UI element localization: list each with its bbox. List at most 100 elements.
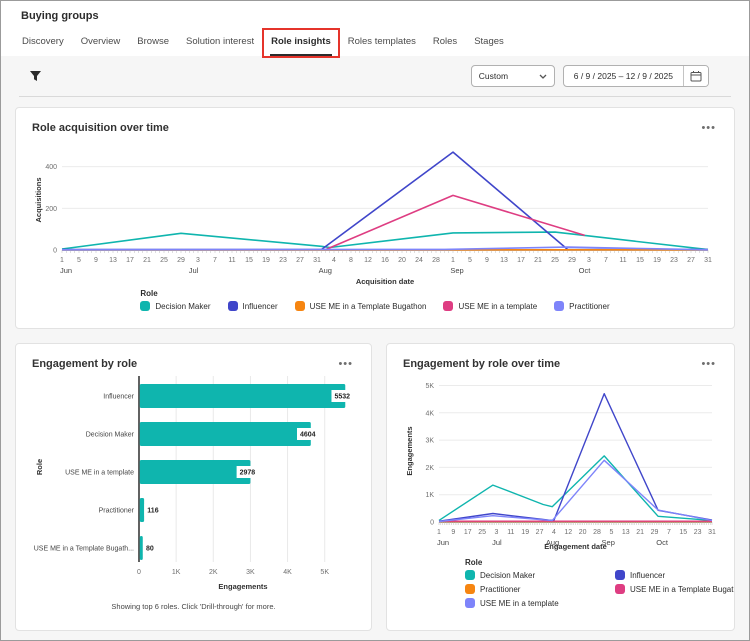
svg-text:19: 19 <box>653 257 661 264</box>
filter-button[interactable] <box>27 68 44 85</box>
svg-text:Influencer: Influencer <box>103 394 134 401</box>
tab-roles[interactable]: Roles <box>432 34 458 56</box>
legend-item: Influencer <box>615 570 734 580</box>
line-chart-svg: 01K2K3K4K5K1 9 17 25 3 11 19 27 4 12 20 28 5 13 21 29 7 1… <box>405 383 716 551</box>
svg-text:116: 116 <box>147 508 158 515</box>
tab-role-insights[interactable]: Role insights <box>262 28 340 58</box>
svg-text:Aug: Aug <box>319 266 332 275</box>
legend-label: Influencer <box>630 570 666 580</box>
svg-text:28: 28 <box>432 257 440 264</box>
svg-text:0: 0 <box>137 569 141 576</box>
tab-bar: Discovery Overview Browse Solution inter… <box>1 22 749 58</box>
svg-text:1: 1 <box>451 257 455 264</box>
svg-text:Engagements: Engagements <box>218 582 267 591</box>
legend-item: USE ME in a Template Bugathon <box>615 584 734 594</box>
svg-text:Jul: Jul <box>492 538 502 547</box>
svg-text:11: 11 <box>507 529 514 536</box>
svg-text:3K: 3K <box>425 438 434 445</box>
more-options-button[interactable]: ••• <box>699 122 718 134</box>
page-title: Buying groups <box>21 10 99 22</box>
tab-overview[interactable]: Overview <box>80 34 122 56</box>
svg-text:5: 5 <box>468 257 472 264</box>
tab-roles-templates[interactable]: Roles templates <box>347 34 417 56</box>
svg-text:Jun: Jun <box>60 266 72 275</box>
role-acquisition-line-chart: 0 200 400 1 5 9 13 17 21 25 29 3 7 11 15 19 23 27 31 4 8 12 16… <box>32 134 718 289</box>
svg-text:7: 7 <box>213 257 217 264</box>
legend-label: Decision Maker <box>480 570 536 580</box>
legend-item: Decision Maker <box>140 301 211 311</box>
svg-text:2K: 2K <box>425 465 434 472</box>
legend-swatch <box>140 301 151 311</box>
svg-text:31: 31 <box>708 529 716 536</box>
legend-swatch <box>465 598 475 608</box>
date-range-preset-select[interactable]: Custom <box>470 65 555 87</box>
svg-text:11: 11 <box>619 257 626 264</box>
legend-label: USE ME in a template <box>480 598 559 608</box>
svg-text:Sep: Sep <box>450 266 463 275</box>
svg-text:200: 200 <box>45 206 57 213</box>
legend-swatch <box>294 301 305 311</box>
svg-text:27: 27 <box>536 529 544 536</box>
svg-text:15: 15 <box>636 257 644 264</box>
legend-item: Influencer <box>227 301 278 311</box>
svg-text:12: 12 <box>564 529 572 536</box>
legend-label: USE ME in a template <box>458 301 538 311</box>
svg-text:3: 3 <box>587 257 591 264</box>
top-bar: Buying groups Discovery Overview Browse … <box>1 1 749 58</box>
legend-item: USE ME in a template <box>443 301 537 311</box>
chart-title: Engagement by role <box>32 358 138 370</box>
bar-chart-svg: 0 1K 2K 3K 4K 5K Influencer 5532 Decision Maker 4… <box>34 376 355 591</box>
svg-text:USE ME in a template: USE ME in a template <box>65 470 134 477</box>
svg-text:16: 16 <box>381 257 389 264</box>
svg-text:80: 80 <box>146 546 154 553</box>
bar <box>139 536 143 560</box>
more-options-button[interactable]: ••• <box>336 358 355 370</box>
svg-text:4604: 4604 <box>300 432 316 439</box>
svg-text:5: 5 <box>609 529 613 536</box>
tab-discovery[interactable]: Discovery <box>21 34 65 56</box>
card-engagement-by-role: Engagement by role ••• 0 1K 2K 3K 4K 5K Influe… <box>15 343 372 631</box>
svg-text:13: 13 <box>109 257 117 264</box>
svg-text:9: 9 <box>485 257 489 264</box>
legend-title: Role <box>140 289 158 298</box>
legend-swatch <box>465 570 475 580</box>
engagement-by-role-bar-chart: 0 1K 2K 3K 4K 5K Influencer 5532 Decision Maker 4… <box>32 370 355 600</box>
svg-text:21: 21 <box>534 257 542 264</box>
svg-text:20: 20 <box>398 257 406 264</box>
legend-label: Decision Maker <box>155 301 211 311</box>
svg-text:19: 19 <box>262 257 270 264</box>
calendar-icon <box>690 71 702 82</box>
series-line <box>61 231 709 251</box>
svg-text:5K: 5K <box>320 569 329 576</box>
bar <box>139 384 346 408</box>
tab-stages[interactable]: Stages <box>473 34 505 56</box>
svg-text:27: 27 <box>296 257 304 264</box>
dashboard-body: Role acquisition over time ••• 0 200 400 1 5… <box>1 97 749 631</box>
calendar-button[interactable] <box>683 66 708 86</box>
tab-solution-interest[interactable]: Solution interest <box>185 34 255 56</box>
svg-text:9: 9 <box>451 529 455 536</box>
series-line <box>438 459 713 523</box>
svg-text:23: 23 <box>670 257 678 264</box>
svg-text:2K: 2K <box>209 569 218 576</box>
svg-text:Engagements: Engagements <box>405 426 414 475</box>
legend-swatch <box>443 301 454 311</box>
svg-text:4K: 4K <box>283 569 292 576</box>
date-range-input[interactable]: 6 / 9 / 2025 – 12 / 9 / 2025 <box>564 66 683 86</box>
svg-text:17: 17 <box>517 257 525 264</box>
engagement-over-time-line-chart: 0 1K 2K 3K 4K 5K 1 9 17 25 3 11 19 27 4 12 20 28 5 13 21 29 7 1… <box>403 370 718 556</box>
svg-text:20: 20 <box>579 529 587 536</box>
legend-item: Practitioner <box>554 301 610 311</box>
svg-text:1: 1 <box>60 257 64 264</box>
tab-browse[interactable]: Browse <box>136 34 170 56</box>
more-options-button[interactable]: ••• <box>699 358 718 370</box>
svg-text:23: 23 <box>694 529 702 536</box>
chart-legend: Role Decision Maker Influencer Practitioner… <box>465 558 734 608</box>
svg-text:Jun: Jun <box>437 538 449 547</box>
svg-text:Oct: Oct <box>579 266 592 275</box>
funnel-icon <box>30 70 41 81</box>
svg-text:7: 7 <box>604 257 608 264</box>
app-window: Buying groups Discovery Overview Browse … <box>0 0 750 641</box>
svg-text:29: 29 <box>568 257 576 264</box>
svg-text:5K: 5K <box>425 383 434 390</box>
